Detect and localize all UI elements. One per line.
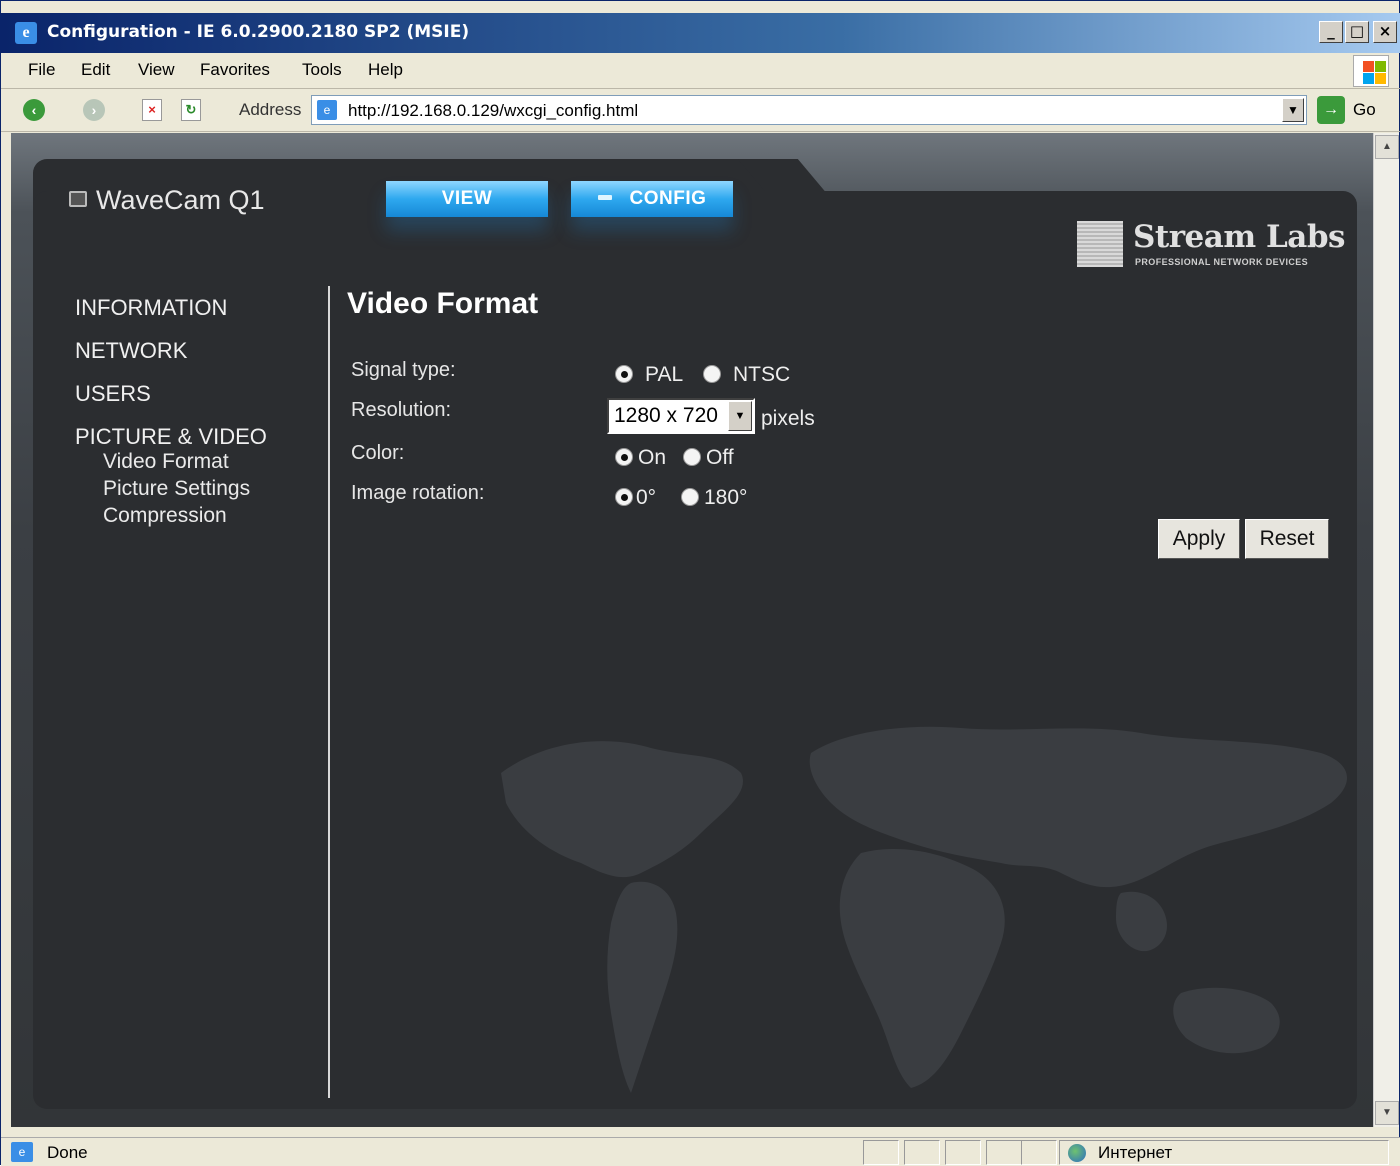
scroll-down-icon[interactable]: ▼: [1375, 1101, 1399, 1125]
maximize-button[interactable]: □: [1345, 21, 1369, 43]
scroll-up-icon[interactable]: ▲: [1375, 135, 1399, 159]
color-on-label: On: [638, 446, 667, 469]
rotation-0-radio[interactable]: [615, 488, 633, 506]
status-cell: [904, 1140, 940, 1165]
active-indicator-icon: [597, 195, 612, 200]
menu-tools[interactable]: Tools: [302, 60, 342, 80]
page-icon: e: [317, 100, 337, 120]
browser-window: e Configuration - IE 6.0.2900.2180 SP2 (…: [0, 0, 1400, 1166]
zone-text: Интернет: [1098, 1143, 1173, 1162]
minimize-button[interactable]: _: [1319, 21, 1343, 43]
status-cell: [1021, 1140, 1057, 1165]
menu-view[interactable]: View: [138, 60, 175, 80]
status-bar: e Done Интернет: [1, 1137, 1400, 1166]
back-arrow-icon[interactable]: ‹: [23, 99, 45, 121]
signal-type-label: Signal type:: [351, 359, 456, 381]
reset-button[interactable]: Reset: [1245, 519, 1329, 559]
sidebar-subitem-picture-settings[interactable]: Picture Settings: [103, 477, 250, 501]
logo-tagline: PROFESSIONAL NETWORK DEVICES: [1135, 257, 1309, 267]
sidebar-item-users[interactable]: USERS: [75, 381, 151, 407]
vertical-scrollbar[interactable]: ▲ ▼: [1373, 133, 1399, 1127]
page-title: Video Format: [347, 287, 539, 320]
logo-mark-icon: [1077, 221, 1123, 267]
go-arrow-icon[interactable]: →: [1317, 96, 1345, 124]
stream-labs-logo: Stream Labs PROFESSIONAL NETWORK DEVICES: [1077, 219, 1345, 271]
color-label: Color:: [351, 442, 405, 464]
apply-button[interactable]: Apply: [1158, 519, 1240, 559]
device-name: WaveCam Q1: [69, 185, 265, 216]
monitor-icon: [69, 191, 87, 207]
signal-pal-radio[interactable]: [615, 365, 633, 383]
status-cell: [986, 1140, 1022, 1165]
nav-view-button[interactable]: VIEW: [386, 181, 548, 217]
menu-file[interactable]: File: [28, 60, 55, 80]
resolution-unit: pixels: [761, 407, 815, 430]
rotation-0-label: 0°: [636, 486, 657, 509]
menu-bar: File Edit View Favorites Tools Help: [1, 53, 1400, 89]
window-title: Configuration - IE 6.0.2900.2180 SP2 (MS…: [47, 22, 470, 42]
color-off-label: Off: [706, 446, 734, 469]
forward-arrow-icon[interactable]: ›: [83, 99, 105, 121]
refresh-icon[interactable]: ↻: [181, 99, 201, 121]
world-map-graphic: [501, 726, 1348, 1093]
ie-app-icon: e: [15, 22, 37, 44]
close-button[interactable]: ×: [1373, 21, 1397, 43]
resolution-label: Resolution:: [351, 399, 452, 421]
nav-config-button[interactable]: CONFIG: [571, 181, 733, 217]
nav-view-label: VIEW: [441, 188, 493, 209]
address-label: Address: [239, 100, 302, 119]
globe-icon: [1068, 1144, 1086, 1162]
status-text: Done: [47, 1143, 88, 1162]
color-off-radio[interactable]: [683, 448, 701, 466]
image-rotation-label: Image rotation:: [351, 482, 485, 504]
logo-name: Stream Labs: [1133, 219, 1345, 255]
stop-icon[interactable]: ×: [142, 99, 162, 121]
chevron-down-icon[interactable]: ▼: [728, 401, 752, 431]
menu-edit[interactable]: Edit: [81, 60, 110, 80]
device-name-text: WaveCam Q1: [96, 185, 265, 215]
sidebar-item-network[interactable]: NETWORK: [75, 338, 187, 364]
sidebar-subitem-video-format[interactable]: Video Format: [103, 450, 229, 474]
resolution-select[interactable]: 1280 x 720 ▼: [607, 398, 755, 434]
address-toolbar: ‹ › × ↻ Address e http://192.168.0.129/w…: [1, 90, 1400, 132]
sidebar-item-information[interactable]: INFORMATION: [75, 295, 227, 321]
security-zone: Интернет: [1059, 1140, 1389, 1165]
menu-favorites[interactable]: Favorites: [200, 60, 270, 80]
address-input[interactable]: e http://192.168.0.129/wxcgi_config.html…: [311, 95, 1307, 125]
page-done-icon: e: [11, 1142, 33, 1162]
page-viewport: WaveCam Q1 VIEW CONFIG Stream Labs PROFE…: [11, 133, 1373, 1127]
sidebar-subitem-compression[interactable]: Compression: [103, 504, 227, 528]
status-cell: [863, 1140, 899, 1165]
address-url[interactable]: http://192.168.0.129/wxcgi_config.html: [348, 101, 638, 121]
resolution-value: 1280 x 720: [614, 404, 718, 427]
color-on-radio[interactable]: [615, 448, 633, 466]
signal-ntsc-label: NTSC: [733, 363, 791, 386]
signal-pal-label: PAL: [645, 363, 684, 386]
rotation-180-radio[interactable]: [681, 488, 699, 506]
rotation-180-label: 180°: [704, 486, 748, 509]
sidebar-divider: [328, 286, 330, 1098]
signal-ntsc-radio[interactable]: [703, 365, 721, 383]
address-dropdown-icon[interactable]: ▼: [1282, 98, 1304, 122]
windows-logo-icon: [1353, 55, 1389, 87]
sidebar-item-picture-video[interactable]: PICTURE & VIDEO: [75, 424, 267, 450]
title-bar[interactable]: e Configuration - IE 6.0.2900.2180 SP2 (…: [1, 13, 1400, 53]
status-cell: [945, 1140, 981, 1165]
menu-help[interactable]: Help: [368, 60, 403, 80]
go-button[interactable]: Go: [1353, 100, 1376, 120]
nav-config-label: CONFIG: [629, 188, 707, 209]
